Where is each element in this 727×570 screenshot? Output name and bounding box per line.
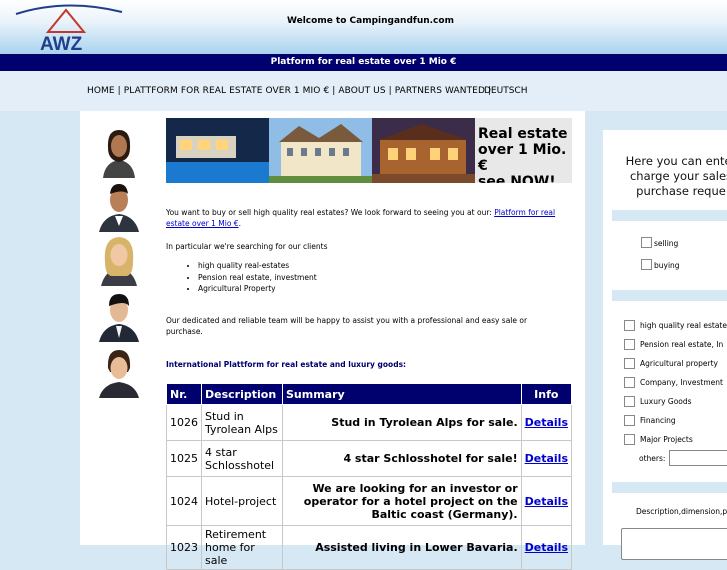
cell-nr: 1025 (166, 440, 202, 477)
category-checkbox[interactable] (624, 320, 635, 331)
nav-separator: | (385, 86, 395, 96)
cell-summary: 4 star Schlosshotel for sale! (282, 440, 522, 477)
banner-line-2: over 1 Mio. € (478, 142, 567, 174)
category-label: Agricultural property (640, 359, 718, 368)
col-info: Info (520, 383, 573, 405)
buying-checkbox[interactable] (641, 259, 652, 270)
form-divider (612, 290, 727, 301)
cell-summary: We are looking for an investor or operat… (282, 476, 522, 526)
client-needs-list: high quality real-estates Pension real e… (186, 260, 317, 295)
details-link[interactable]: Details (525, 495, 568, 508)
intro-paragraph: You want to buy or sell high quality rea… (166, 208, 556, 228)
listings-table: Nr. Description Summary Info 1026 Stud i… (166, 383, 573, 570)
main-nav: HOME | PLATTFORM FOR REAL ESTATE OVER 1 … (87, 86, 491, 96)
category-checkbox[interactable] (624, 434, 635, 445)
searching-text: In particular we're searching for our cl… (166, 242, 328, 251)
awz-logo[interactable]: AWZ (14, 2, 124, 54)
buying-label: buying (654, 261, 680, 270)
description-textarea[interactable] (621, 528, 727, 560)
avatar-man-smiling (99, 184, 139, 232)
col-description: Description (201, 383, 283, 405)
section-title: International Plattform for real estate … (166, 360, 407, 369)
table-header-row: Nr. Description Summary Info (166, 383, 573, 405)
nav-partners-wanted[interactable]: PARTNERS WANTED (395, 86, 485, 96)
avatar-woman-blonde (101, 237, 137, 286)
platform-banner-bar[interactable]: Platform for real estate over 1 Mio € (0, 54, 727, 71)
category-checkbox[interactable] (624, 396, 635, 407)
description-label: Description,dimension,p (636, 507, 727, 516)
col-summary: Summary (282, 383, 522, 405)
category-label: Luxury Goods (640, 397, 692, 406)
category-label: high quality real estate (640, 321, 727, 330)
list-item: Agricultural Property (198, 283, 317, 295)
request-form-intro: Here you can enter charge your sales pur… (625, 154, 727, 198)
team-paragraph: Our dedicated and reliable team will be … (166, 316, 528, 336)
cell-summary: Assisted living in Lower Bavaria. (282, 525, 522, 570)
table-row: 1025 4 star Schlosshotel 4 star Schlossh… (166, 440, 573, 477)
cell-info: Details (520, 440, 573, 477)
nav-about-us[interactable]: ABOUT US (338, 86, 385, 96)
nav-separator: | (329, 86, 339, 96)
language-switch-deutsch[interactable]: DEUTSCH (484, 86, 527, 96)
list-item: high quality real-estates (198, 260, 317, 272)
category-checkbox[interactable] (624, 358, 635, 369)
banner-caption: Real estate over 1 Mio. € see NOW! (478, 126, 572, 183)
banner-line-3: see NOW! (478, 174, 556, 183)
table-row: 1024 Hotel-project We are looking for an… (166, 476, 573, 526)
details-link[interactable]: Details (525, 541, 568, 554)
others-label: others: (639, 454, 666, 463)
category-checkbox[interactable] (624, 339, 635, 350)
category-checkbox[interactable] (624, 415, 635, 426)
logo-text: AWZ (40, 34, 83, 54)
nav-separator: | (114, 86, 124, 96)
pool-villa-photo (166, 118, 269, 183)
details-link[interactable]: Details (525, 416, 568, 429)
avatar-woman-dark-hair (103, 130, 135, 178)
nav-platform[interactable]: PLATTFORM FOR REAL ESTATE OVER 1 MIO € (124, 86, 330, 96)
category-label: Company, Investment (640, 378, 723, 387)
cell-nr: 1023 (166, 525, 202, 570)
avatar-woman-business (99, 350, 139, 398)
cell-nr: 1026 (166, 404, 202, 441)
cell-summary: Stud in Tyrolean Alps for sale. (282, 404, 522, 441)
category-checkbox[interactable] (624, 377, 635, 388)
category-label: Major Projects (640, 435, 693, 444)
details-link[interactable]: Details (525, 452, 568, 465)
cell-info: Details (520, 525, 573, 570)
avatar-man-asian (99, 294, 139, 342)
cell-description: Hotel-project (201, 476, 283, 526)
luxury-villa-night-photo (372, 118, 475, 183)
cell-description: 4 star Schlosshotel (201, 440, 283, 477)
category-label: Financing (640, 416, 676, 425)
form-divider (612, 482, 727, 493)
cell-description: Retirement home for sale (201, 525, 283, 570)
category-label: Pension real estate, In (640, 340, 724, 349)
selling-label: selling (654, 239, 679, 248)
real-estate-banner[interactable]: Real estate over 1 Mio. € see NOW! (166, 118, 572, 183)
form-divider (612, 210, 727, 221)
schlosshotel-photo (269, 118, 372, 183)
banner-line-1: Real estate (478, 126, 568, 142)
cell-info: Details (520, 404, 573, 441)
selling-checkbox[interactable] (641, 237, 652, 248)
welcome-text: Welcome to Campingandfun.com (287, 16, 454, 26)
list-item: Pension real estate, investment (198, 272, 317, 284)
cell-info: Details (520, 476, 573, 526)
cell-description: Stud in Tyrolean Alps (201, 404, 283, 441)
table-row: 1023 Retirement home for sale Assisted l… (166, 525, 573, 570)
site-header: AWZ Welcome to Campingandfun.com (0, 0, 727, 54)
table-row: 1026 Stud in Tyrolean Alps Stud in Tyrol… (166, 404, 573, 441)
cell-nr: 1024 (166, 476, 202, 526)
col-nr: Nr. (166, 383, 202, 405)
others-input[interactable] (669, 450, 727, 466)
nav-home[interactable]: HOME (87, 86, 115, 96)
